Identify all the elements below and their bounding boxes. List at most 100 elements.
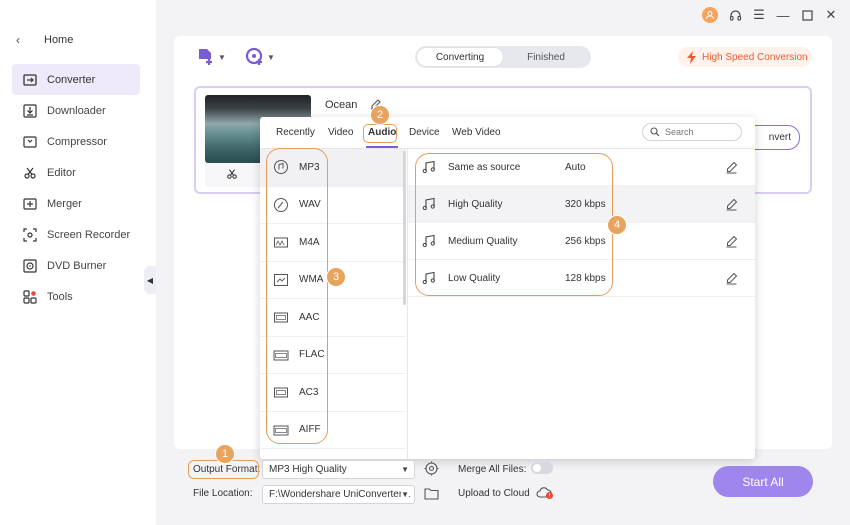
format-label: AIFF xyxy=(299,424,321,436)
compressor-icon xyxy=(20,132,40,152)
list-item[interactable]: MP3 xyxy=(260,149,406,187)
chevron-left-icon: ‹ xyxy=(16,33,20,47)
list-item[interactable]: AAC xyxy=(260,299,406,337)
add-file-icon xyxy=(199,49,212,65)
flac-icon xyxy=(272,346,290,364)
quality-row[interactable]: Medium Quality 256 kbps xyxy=(408,223,755,260)
merge-files-toggle[interactable] xyxy=(531,462,553,474)
sidebar-item-editor[interactable]: Editor xyxy=(12,157,140,188)
callout-badge: 1 xyxy=(215,444,235,464)
list-item[interactable]: FLAC xyxy=(260,337,406,374)
search-input[interactable] xyxy=(665,127,735,137)
file-location-label: File Location: xyxy=(193,488,253,499)
sidebar-item-tools[interactable]: Tools xyxy=(12,281,140,312)
menu-icon[interactable]: ☰ xyxy=(752,7,766,22)
wav-icon xyxy=(272,196,290,214)
tab-audio[interactable]: Audio xyxy=(368,127,396,138)
lightning-icon xyxy=(687,50,696,64)
downloader-icon xyxy=(20,101,40,121)
format-label: FLAC xyxy=(299,349,325,361)
format-settings-icon[interactable] xyxy=(424,461,439,479)
quality-name: Medium Quality xyxy=(448,235,518,247)
edit-icon[interactable] xyxy=(725,161,738,177)
quality-value: 320 kbps xyxy=(565,198,606,210)
music-note-icon xyxy=(422,271,436,288)
sidebar-item-screen-recorder[interactable]: Screen Recorder xyxy=(12,219,140,250)
quality-row[interactable]: Low Quality 128 kbps xyxy=(408,260,755,297)
add-file-button[interactable]: ▼ xyxy=(196,47,226,67)
chevron-left-icon: ◀ xyxy=(146,275,154,285)
format-list-scrollbar[interactable] xyxy=(403,151,406,305)
list-item[interactable]: WAV xyxy=(260,187,406,224)
scissors-icon xyxy=(20,163,40,183)
output-format-popup: Recently Video Audio Device Web Video MP… xyxy=(260,117,755,459)
home-link[interactable]: ‹ Home xyxy=(16,30,73,50)
sidebar-collapse-button[interactable]: ◀ xyxy=(144,266,156,294)
list-item[interactable]: M4A xyxy=(260,224,406,262)
home-label: Home xyxy=(44,34,74,46)
minimize-icon[interactable]: — xyxy=(776,8,790,23)
tab-device[interactable]: Device xyxy=(409,127,440,138)
sidebar-item-label: Screen Recorder xyxy=(47,228,131,241)
music-note-icon xyxy=(422,197,436,214)
start-all-button[interactable]: Start All xyxy=(713,466,813,497)
high-speed-label: High Speed Conversion xyxy=(702,51,808,63)
tools-icon xyxy=(20,287,40,307)
m4a-icon xyxy=(272,233,290,251)
format-tabs: Recently Video Audio Device Web Video xyxy=(260,117,755,149)
high-speed-conversion-button[interactable]: High Speed Conversion xyxy=(678,47,812,67)
maximize-icon[interactable] xyxy=(800,8,814,22)
chevron-down-icon: ▼ xyxy=(401,465,409,474)
add-dvd-button[interactable]: ▼ xyxy=(245,47,275,67)
sidebar-item-merger[interactable]: Merger xyxy=(12,188,140,219)
sidebar: ‹ Home Converter Downloader Compressor E… xyxy=(0,0,156,525)
avatar[interactable] xyxy=(702,7,718,23)
merger-icon xyxy=(20,194,40,214)
cloud-icon[interactable] xyxy=(536,486,554,503)
edit-icon[interactable] xyxy=(725,198,738,214)
format-label: AAC xyxy=(299,311,320,323)
headset-icon[interactable] xyxy=(728,8,742,22)
quality-row[interactable]: High Quality 320 kbps xyxy=(408,186,755,223)
sidebar-item-compressor[interactable]: Compressor xyxy=(12,126,140,157)
edit-icon[interactable] xyxy=(725,272,738,288)
tab-converting[interactable]: Converting xyxy=(417,48,503,66)
tab-recently[interactable]: Recently xyxy=(276,127,315,138)
sidebar-item-label: Editor xyxy=(47,166,76,179)
search-icon xyxy=(650,127,660,137)
scissors-icon[interactable] xyxy=(226,168,238,183)
toggle-knob xyxy=(533,464,541,472)
sidebar-item-label: Compressor xyxy=(47,135,107,148)
tab-video[interactable]: Video xyxy=(328,127,353,138)
file-location-select[interactable]: F:\Wondershare UniConverter 1 ▼ xyxy=(262,485,415,504)
sidebar-nav: Converter Downloader Compressor Editor M… xyxy=(12,64,140,312)
screen-recorder-icon xyxy=(20,225,40,245)
converter-icon xyxy=(20,70,40,90)
aiff-icon xyxy=(272,421,290,439)
sidebar-item-label: Downloader xyxy=(47,104,106,117)
list-item[interactable]: AIFF xyxy=(260,412,406,449)
close-icon[interactable]: ✕ xyxy=(824,7,838,22)
sidebar-item-dvd-burner[interactable]: DVD Burner xyxy=(12,250,140,281)
chevron-down-icon: ▼ xyxy=(401,490,409,499)
quality-value: Auto xyxy=(565,161,586,173)
output-format-select[interactable]: MP3 High Quality ▼ xyxy=(262,460,415,479)
format-label: WMA xyxy=(299,274,324,286)
list-item[interactable]: AC3 xyxy=(260,374,406,412)
window-controls: ☰ — ✕ xyxy=(702,5,838,25)
format-label: M4A xyxy=(299,236,320,248)
active-tab-indicator xyxy=(366,146,398,148)
status-toggle: Converting Finished xyxy=(415,46,591,68)
quality-row[interactable]: Same as source Auto xyxy=(408,149,755,186)
tab-finished[interactable]: Finished xyxy=(503,48,589,66)
sidebar-item-downloader[interactable]: Downloader xyxy=(12,95,140,126)
music-note-icon xyxy=(422,234,436,251)
format-label: MP3 xyxy=(299,161,320,173)
sidebar-item-converter[interactable]: Converter xyxy=(12,64,140,95)
quality-name: Same as source xyxy=(448,161,521,173)
tab-web-video[interactable]: Web Video xyxy=(452,127,501,138)
format-search[interactable] xyxy=(642,123,742,141)
output-format-label: Output Format: xyxy=(193,464,261,475)
folder-icon[interactable] xyxy=(424,487,439,503)
edit-icon[interactable] xyxy=(725,235,738,251)
